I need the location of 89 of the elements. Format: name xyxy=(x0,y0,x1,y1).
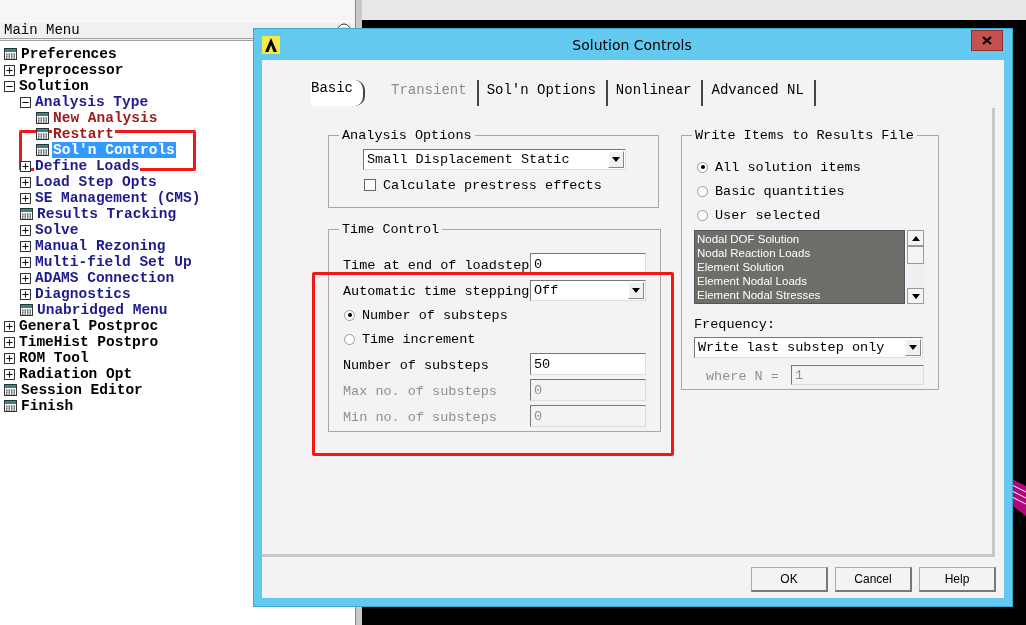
calculator-icon xyxy=(4,48,17,60)
calculator-icon xyxy=(4,400,17,412)
tab[interactable]: Sol'n Options xyxy=(478,80,608,106)
menu-item[interactable]: General Postproc xyxy=(18,318,160,334)
calculator-icon xyxy=(4,384,17,396)
list-item[interactable]: Element Nodal Loads xyxy=(697,274,903,288)
checkbox[interactable] xyxy=(364,179,376,191)
radio-label: All solution items xyxy=(715,159,861,175)
scroll-down-button[interactable] xyxy=(907,288,924,304)
input-field[interactable]: 50 xyxy=(530,353,646,375)
list-item[interactable]: Element Solution xyxy=(697,260,903,274)
radio-label: User selected xyxy=(715,207,821,223)
group-title: Analysis Options xyxy=(341,128,473,143)
expand-icon[interactable] xyxy=(20,160,31,172)
calculator-icon xyxy=(36,128,49,140)
collapse-icon[interactable] xyxy=(4,80,15,92)
app-logo-icon xyxy=(262,35,280,54)
expand-icon[interactable] xyxy=(4,64,15,76)
group-title: Write Items to Results File xyxy=(694,128,915,143)
analysis-type-dropdown[interactable]: Small Displacement Static xyxy=(363,149,626,170)
calculator-icon xyxy=(20,208,33,220)
expand-icon[interactable] xyxy=(4,368,15,380)
scroll-thumb[interactable] xyxy=(907,246,924,264)
expand-icon[interactable] xyxy=(20,272,31,284)
field-label: Time at end of loadstep xyxy=(343,258,530,273)
expand-icon[interactable] xyxy=(4,352,15,364)
expand-icon[interactable] xyxy=(4,320,15,332)
frequency-label: Frequency: xyxy=(694,317,775,332)
collapse-icon[interactable] xyxy=(20,96,31,108)
menu-item[interactable]: Results Tracking xyxy=(36,206,178,222)
menu-item[interactable]: TimeHist Postpro xyxy=(18,334,160,350)
menu-item[interactable]: Preprocessor xyxy=(18,62,125,78)
checkbox-label: Calculate prestress effects xyxy=(383,177,602,193)
frequency-dropdown[interactable]: Write last substep only xyxy=(694,337,923,358)
radio-button[interactable] xyxy=(344,309,355,321)
radio-label: Time increment xyxy=(362,331,476,347)
menu-item[interactable]: Diagnostics xyxy=(34,286,132,302)
radio-button[interactable] xyxy=(697,161,708,173)
radio-label: Number of substeps xyxy=(362,307,508,323)
field-label: Min no. of substeps xyxy=(343,410,497,425)
menu-item[interactable]: Radiation Opt xyxy=(18,366,134,382)
list-item[interactable]: Nodal Reaction Loads xyxy=(697,246,903,260)
dropdown-arrow-icon xyxy=(612,157,620,162)
expand-icon[interactable] xyxy=(20,288,31,300)
expand-icon[interactable] xyxy=(20,256,31,268)
close-button[interactable] xyxy=(971,30,1003,51)
menu-item[interactable]: Load Step Opts xyxy=(34,174,158,190)
scrollbar[interactable] xyxy=(907,230,924,304)
list-item[interactable]: Element Nodal Stresses xyxy=(697,288,903,302)
input-field[interactable]: 0 xyxy=(530,253,646,275)
field-label: where N = xyxy=(706,369,779,384)
dropdown-arrow-icon xyxy=(632,287,640,293)
calculator-icon xyxy=(36,112,49,124)
menu-item[interactable]: Define Loads xyxy=(34,158,141,174)
radio-button[interactable] xyxy=(697,185,708,197)
expand-icon[interactable] xyxy=(20,224,31,236)
group-title: Time Control xyxy=(341,222,441,237)
expand-icon[interactable] xyxy=(20,240,31,252)
dialog-button[interactable]: Cancel xyxy=(835,567,912,592)
calculator-icon xyxy=(36,144,49,156)
dropdown-arrow-icon xyxy=(911,293,920,299)
expand-icon[interactable] xyxy=(20,176,31,188)
close-icon xyxy=(982,36,992,45)
dialog-title: Solution Controls xyxy=(571,36,693,53)
expand-icon[interactable] xyxy=(20,192,31,204)
field-label: Number of substeps xyxy=(343,358,489,373)
menu-title: Main Menu xyxy=(4,22,80,38)
dropdown[interactable]: Off xyxy=(530,279,646,301)
field-label: Max no. of substeps xyxy=(343,384,497,399)
dropdown-arrow-icon xyxy=(909,345,917,350)
menu-item[interactable]: New Analysis xyxy=(52,110,159,126)
menu-item[interactable]: Unabridged Menu xyxy=(36,302,169,318)
tab[interactable]: Nonlinear xyxy=(607,80,704,106)
menu-item[interactable]: Multi-field Set Up xyxy=(34,254,193,270)
menu-item[interactable]: Manual Rezoning xyxy=(34,238,167,254)
field-label: Automatic time stepping xyxy=(343,284,530,299)
tab[interactable]: Advanced NL xyxy=(703,80,816,106)
calculator-icon xyxy=(20,304,33,316)
tab[interactable]: Basic xyxy=(311,80,365,106)
radio-button[interactable] xyxy=(344,333,355,345)
list-item[interactable]: Nodal DOF Solution xyxy=(697,232,903,246)
scroll-up-button[interactable] xyxy=(907,230,924,246)
dialog-button[interactable]: Help xyxy=(919,567,996,592)
menu-item[interactable]: Analysis Type xyxy=(34,94,150,110)
dialog-button[interactable]: OK xyxy=(751,567,828,592)
expand-icon[interactable] xyxy=(4,336,15,348)
scroll-up-icon xyxy=(911,235,920,241)
radio-label: Basic quantities xyxy=(715,183,845,199)
radio-button[interactable] xyxy=(697,209,708,221)
